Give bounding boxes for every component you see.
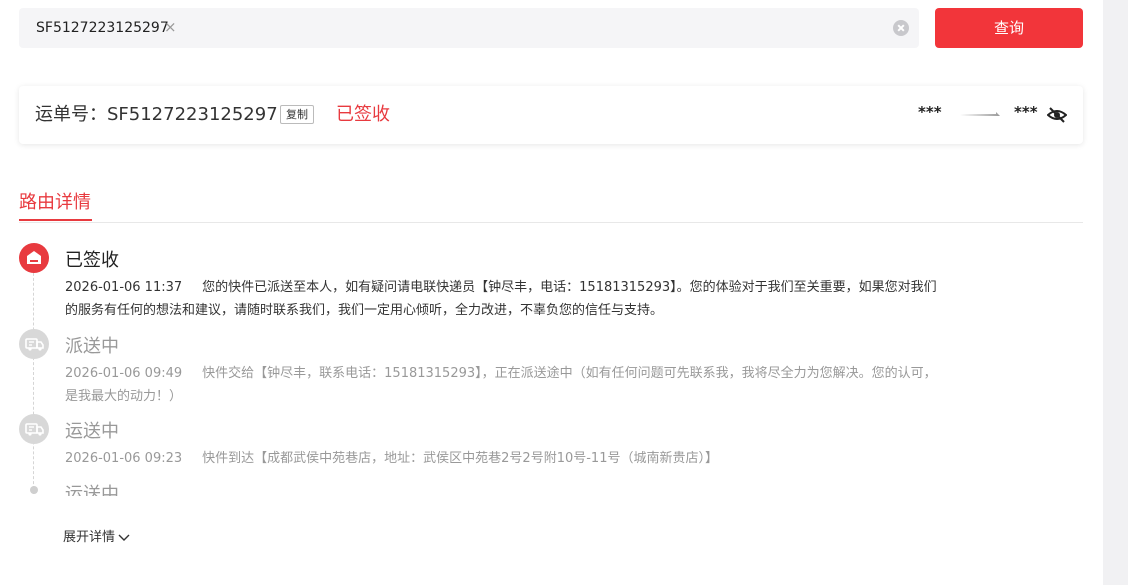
timeline-time: 2026-01-06 09:49 bbox=[65, 366, 183, 381]
timeline-time: 2026-01-06 11:37 bbox=[65, 280, 183, 295]
signed-house-icon bbox=[19, 243, 49, 273]
chevron-down-icon bbox=[118, 534, 130, 541]
timeline-time: 2026-01-06 09:23 bbox=[65, 451, 183, 466]
timeline-status: 已签收 bbox=[65, 250, 119, 271]
timeline-connector bbox=[33, 258, 34, 494]
timeline-text: 快件到达【成都武侯中苑巷店，地址：武侯区中苑巷2号2号附10号-11号（城南新贵… bbox=[202, 451, 718, 466]
timeline-detail: 2026-01-06 09:49 快件交给【钟尽丰，联系电话：1518131529… bbox=[65, 362, 945, 408]
timeline: 已签收 2026-01-06 11:37 您的快件已派送至本人，如有疑问请电联快递… bbox=[0, 0, 1100, 496]
transit-truck-icon bbox=[19, 414, 49, 444]
timeline-dot bbox=[30, 486, 38, 494]
timeline-detail: 2026-01-06 11:37 您的快件已派送至本人，如有疑问请电联快递员【钟尽… bbox=[65, 276, 945, 322]
timeline-status: 运送中 bbox=[65, 484, 119, 496]
expand-details-label: 展开详情 bbox=[63, 530, 116, 545]
timeline-status: 派送中 bbox=[65, 336, 119, 357]
expand-details-button[interactable]: 展开详情 bbox=[63, 526, 130, 545]
page-scrollbar[interactable] bbox=[1103, 0, 1128, 585]
timeline-text: 您的快件已派送至本人，如有疑问请电联快递员【钟尽丰，电话：15181315293… bbox=[65, 280, 937, 318]
delivery-truck-icon bbox=[19, 329, 49, 359]
timeline-text: 快件交给【钟尽丰，联系电话：15181315293】，正在派送途中（如有任何问题… bbox=[65, 366, 937, 404]
timeline-status: 运送中 bbox=[65, 421, 119, 442]
timeline-detail: 2026-01-06 09:23 快件到达【成都武侯中苑巷店，地址：武侯区中苑巷2… bbox=[65, 447, 945, 470]
